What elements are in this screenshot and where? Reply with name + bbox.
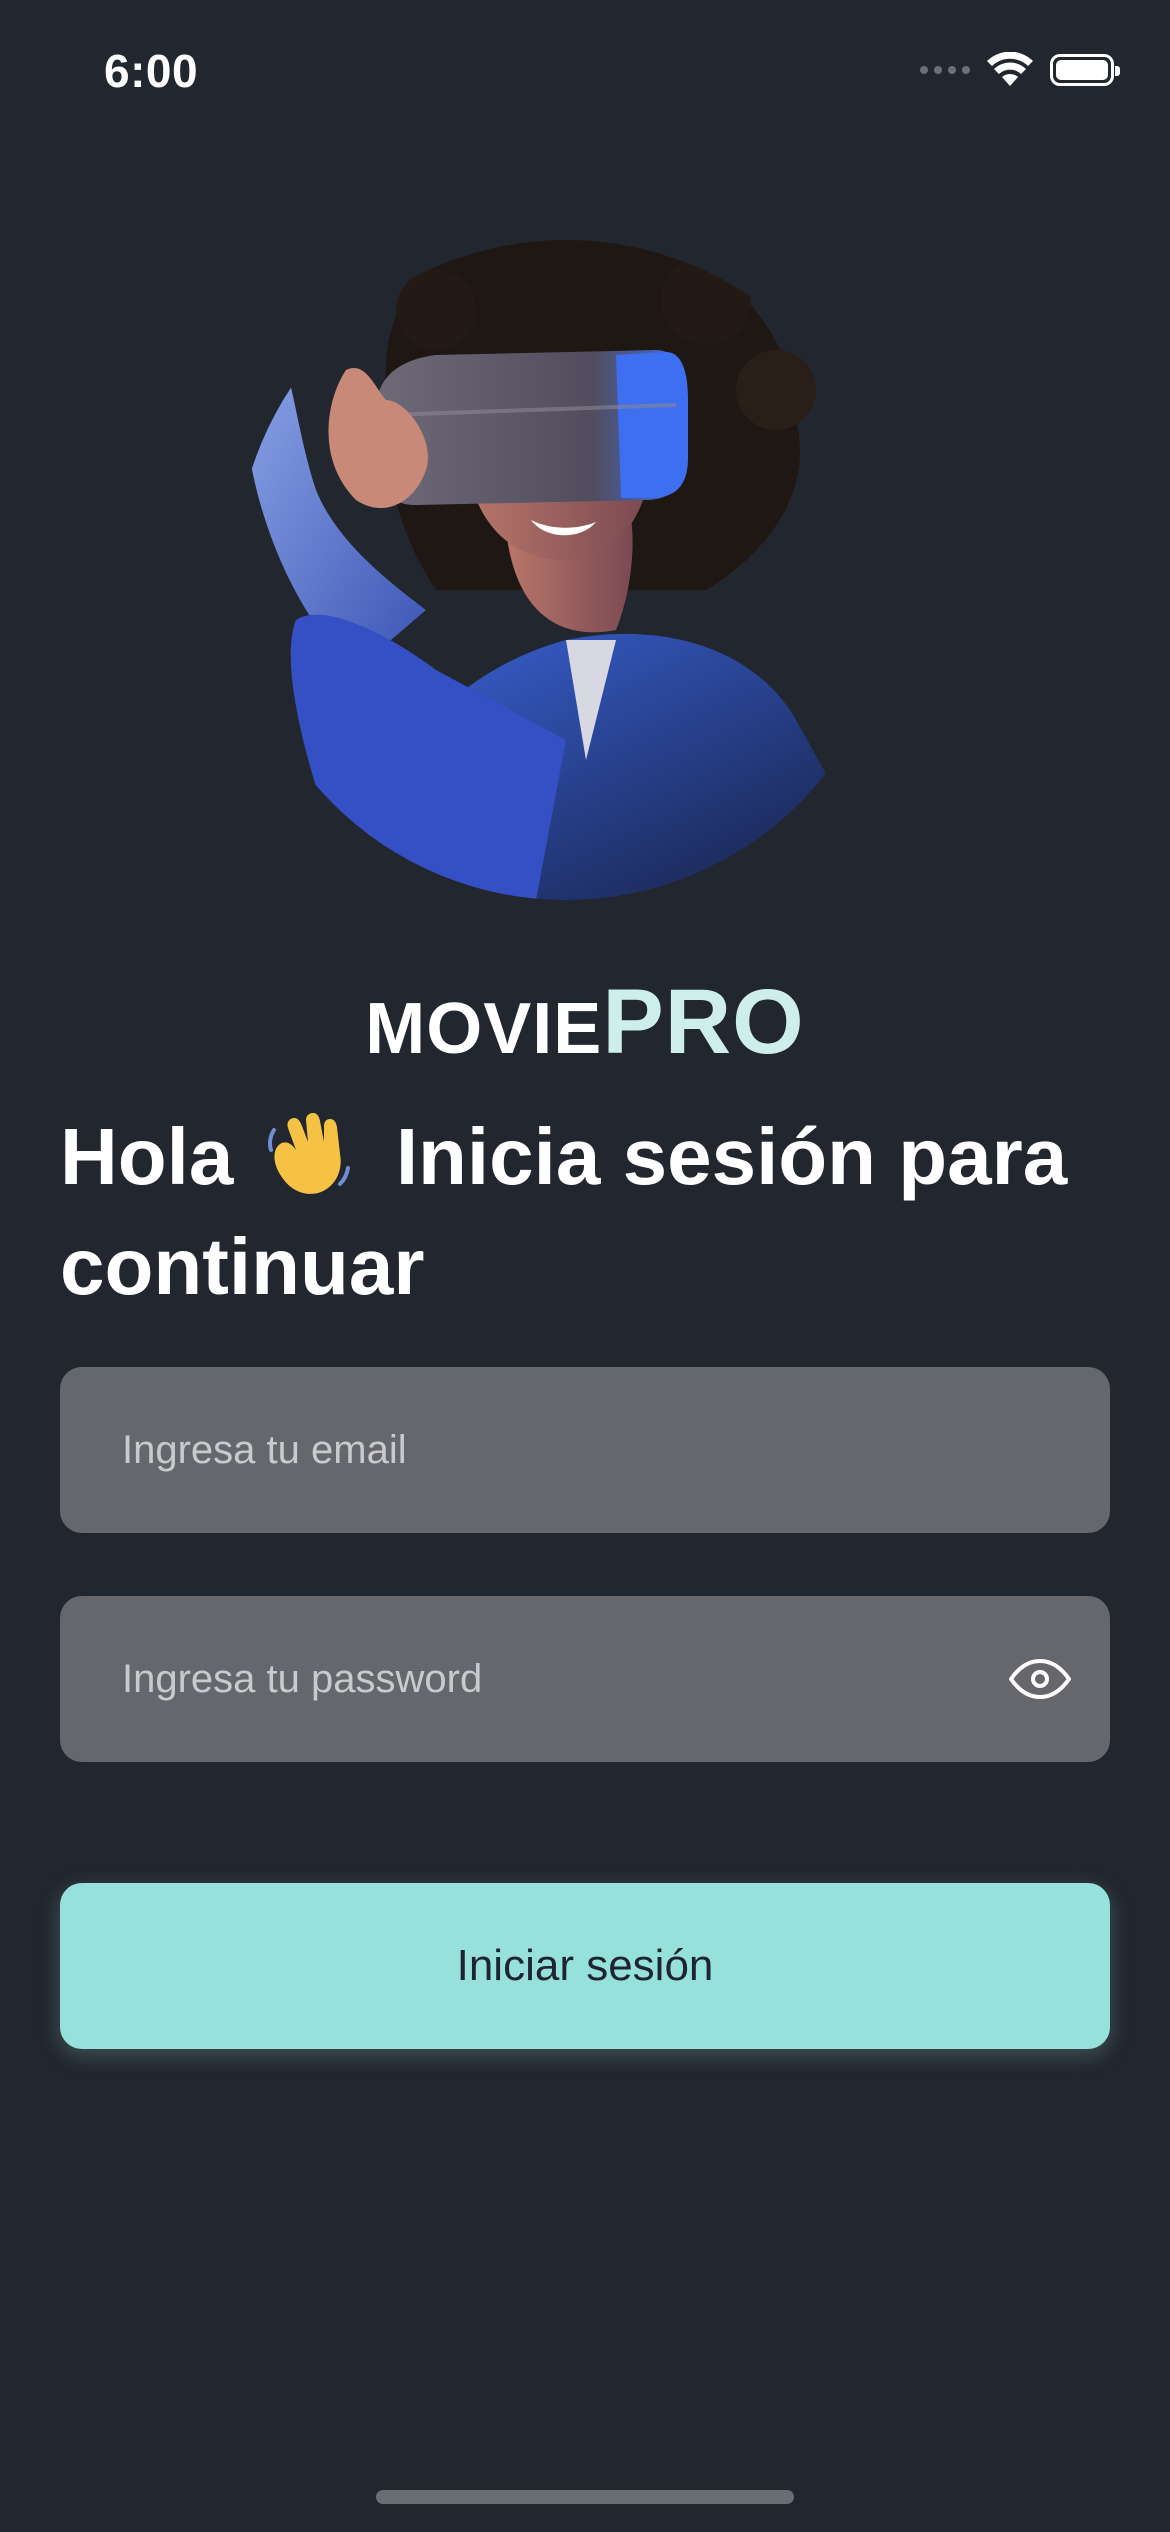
battery-icon — [1050, 54, 1120, 86]
waving-hand-icon — [266, 1110, 352, 1218]
password-input[interactable] — [120, 1655, 960, 1703]
cellular-dots-icon — [920, 66, 970, 74]
vr-headset-person-image — [243, 240, 896, 900]
password-field[interactable] — [60, 1596, 1110, 1762]
login-heading: Hola Inicia sesión para continuar — [60, 1108, 1120, 1316]
status-time: 6:00 — [104, 45, 199, 97]
heading-greeting: Hola — [60, 1112, 234, 1201]
login-button[interactable]: Iniciar sesión — [60, 1883, 1110, 2049]
status-icons — [920, 52, 1120, 88]
logo-movie-text: MOVIE — [365, 989, 603, 1069]
email-field[interactable] — [60, 1367, 1110, 1533]
wifi-icon — [987, 52, 1033, 86]
home-indicator[interactable] — [376, 2490, 794, 2504]
logo-pro-text: PRO — [602, 971, 805, 1073]
eye-icon[interactable] — [1004, 1643, 1076, 1715]
app-logo: MOVIEPRO — [0, 970, 1170, 1075]
email-input[interactable] — [120, 1426, 1050, 1474]
